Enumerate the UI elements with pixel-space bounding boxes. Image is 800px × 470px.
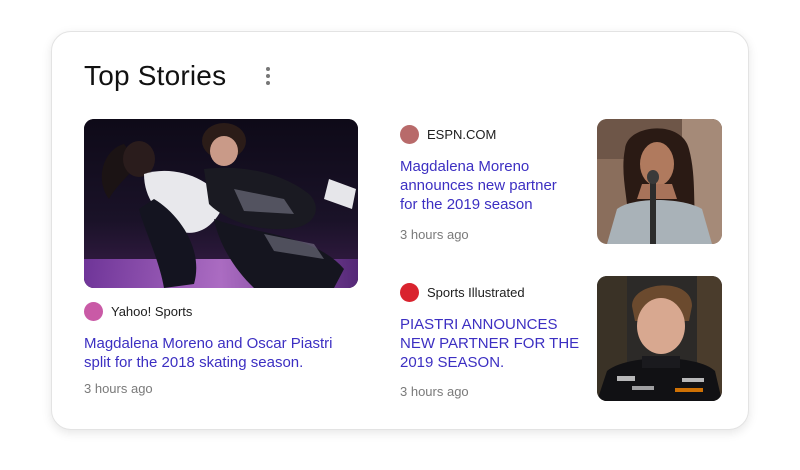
story-time: 3 hours ago	[84, 381, 153, 396]
ice-skating-photo	[84, 119, 358, 288]
more-options-icon[interactable]	[259, 64, 275, 90]
story-time: 3 hours ago	[400, 384, 469, 399]
story-image[interactable]	[84, 119, 358, 288]
woman-at-microphone-photo	[597, 119, 722, 244]
source-logo-icon	[400, 125, 419, 144]
story-headline[interactable]: Magdalena Moreno announces new partner f…	[400, 157, 578, 214]
top-stories-card: Top Stories Yahoo! Sports Magdalena More…	[51, 31, 749, 430]
driver-portrait-photo	[597, 276, 722, 401]
story-image[interactable]	[597, 119, 722, 244]
source-logo-icon	[84, 302, 103, 321]
story-time: 3 hours ago	[400, 227, 469, 242]
story-headline[interactable]: PIASTRI ANNOUNCES NEW PARTNER FOR THE 20…	[400, 315, 586, 372]
source-name: Yahoo! Sports	[111, 304, 193, 319]
source-name: Sports Illustrated	[427, 285, 525, 300]
story-source: Sports Illustrated	[400, 283, 525, 302]
source-name: ESPN.COM	[427, 127, 497, 142]
story-source: Yahoo! Sports	[84, 302, 192, 321]
story-image[interactable]	[597, 276, 722, 401]
story-source: ESPN.COM	[400, 125, 496, 144]
source-logo-icon	[400, 283, 419, 302]
story-headline[interactable]: Magdalena Moreno and Oscar Piastri split…	[84, 334, 360, 372]
section-title: Top Stories	[84, 60, 227, 91]
